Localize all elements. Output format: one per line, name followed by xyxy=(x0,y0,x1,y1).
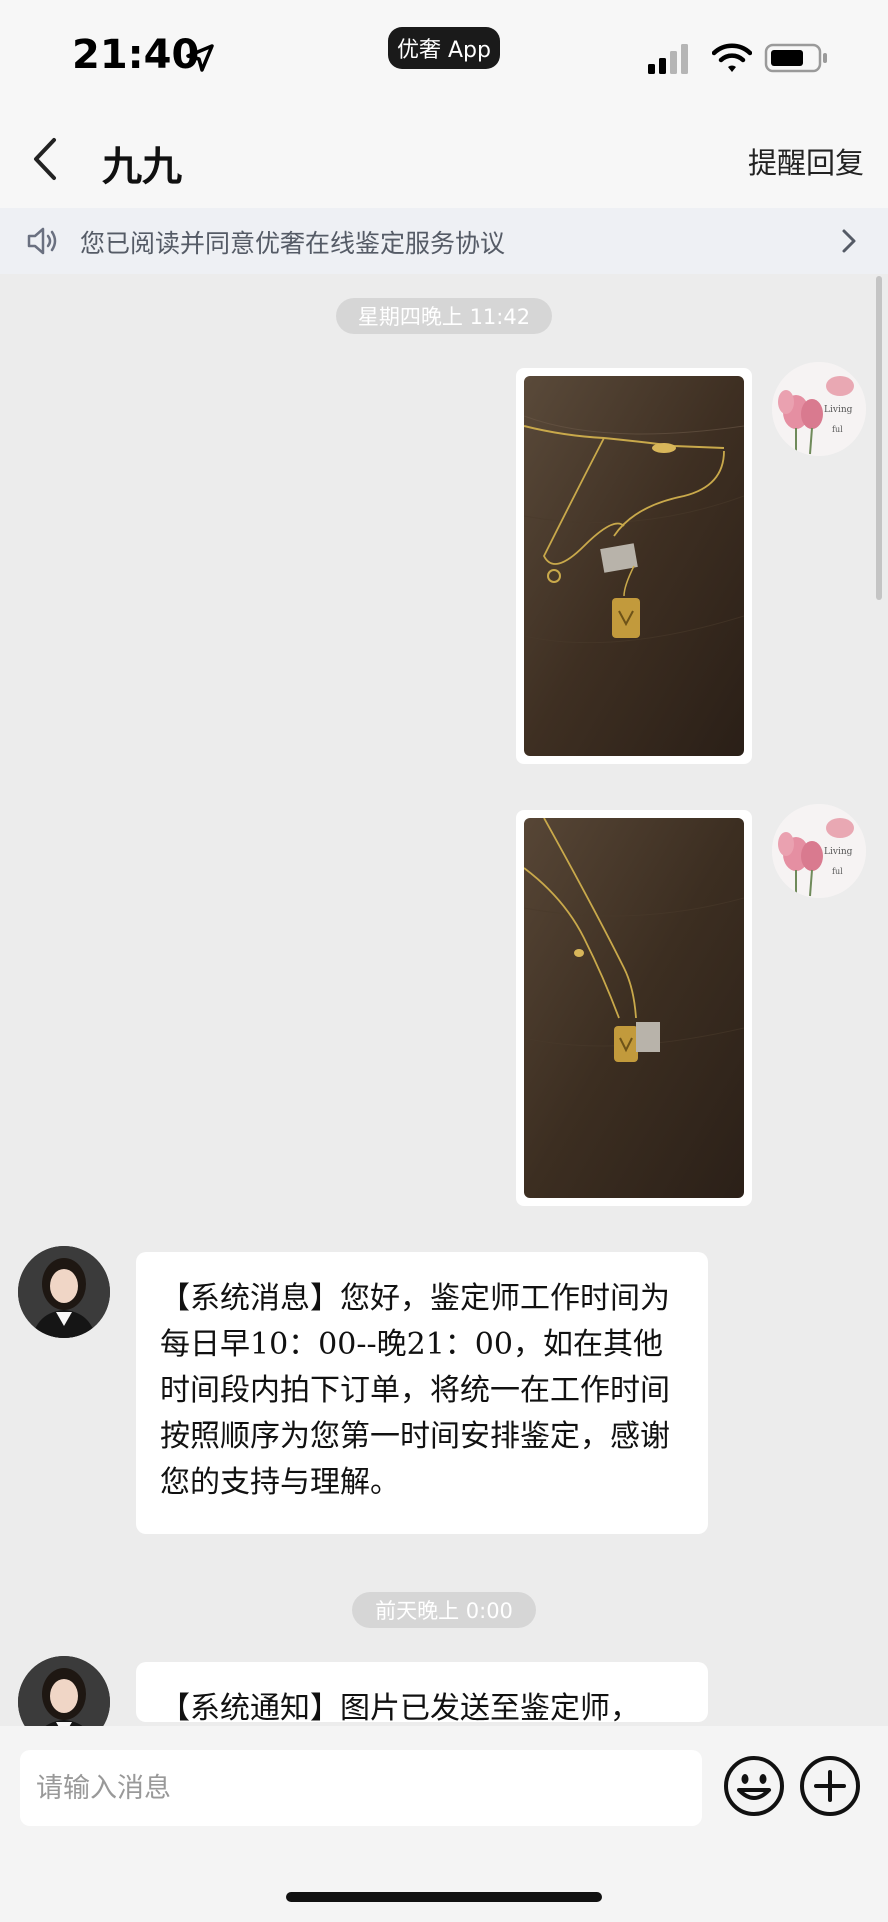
timestamp-pill: 前天晚上 0:00 xyxy=(352,1592,536,1628)
scrollbar[interactable] xyxy=(876,276,882,600)
message-input[interactable] xyxy=(20,1750,702,1826)
remind-reply-button[interactable]: 提醒回复 xyxy=(748,140,864,182)
chat-title: 九九 xyxy=(102,144,182,190)
emoji-icon[interactable] xyxy=(722,1754,786,1818)
system-message-bubble: 【系统消息】您好，鉴定师工作时间为每日早10：00--晚21：00，如在其他时间… xyxy=(136,1252,708,1534)
necklace-photo[interactable] xyxy=(524,818,744,1198)
composer-bar xyxy=(0,1726,888,1922)
location-arrow-icon xyxy=(186,44,214,72)
agent-avatar[interactable] xyxy=(18,1246,110,1338)
battery-icon xyxy=(764,43,827,73)
user-avatar[interactable]: Living ful xyxy=(772,804,866,898)
image-message[interactable] xyxy=(516,368,752,764)
wifi-icon xyxy=(712,43,752,72)
system-notice-bubble: 【系统通知】图片已发送至鉴定师， xyxy=(136,1662,708,1722)
user-avatar[interactable]: Living ful xyxy=(772,362,866,456)
svg-text:ful: ful xyxy=(832,867,843,876)
speaker-icon xyxy=(27,227,57,255)
chevron-right-icon xyxy=(842,229,856,253)
message-input-box[interactable] xyxy=(20,1750,702,1826)
notice-text: 您已阅读并同意优奢在线鉴定服务协议 xyxy=(80,229,506,258)
back-chevron-icon[interactable] xyxy=(26,134,62,184)
status-time: 21:40 xyxy=(72,32,200,78)
svg-text:Living: Living xyxy=(824,405,853,415)
svg-text:Living: Living xyxy=(824,847,853,857)
necklace-photo[interactable] xyxy=(524,376,744,756)
agreement-notice-bar[interactable]: 您已阅读并同意优奢在线鉴定服务协议 xyxy=(0,208,888,274)
timestamp-pill: 星期四晚上 11:42 xyxy=(336,298,552,334)
image-message[interactable] xyxy=(516,810,752,1206)
nav-bar: 九九 提醒回复 xyxy=(0,110,888,208)
app-badge: 优奢 App xyxy=(388,27,500,69)
plus-icon[interactable] xyxy=(798,1754,862,1818)
home-indicator xyxy=(286,1892,602,1902)
cellular-signal-icon xyxy=(648,44,688,74)
status-bar: 21:40 优奢 App xyxy=(0,0,888,110)
svg-text:ful: ful xyxy=(832,425,843,434)
